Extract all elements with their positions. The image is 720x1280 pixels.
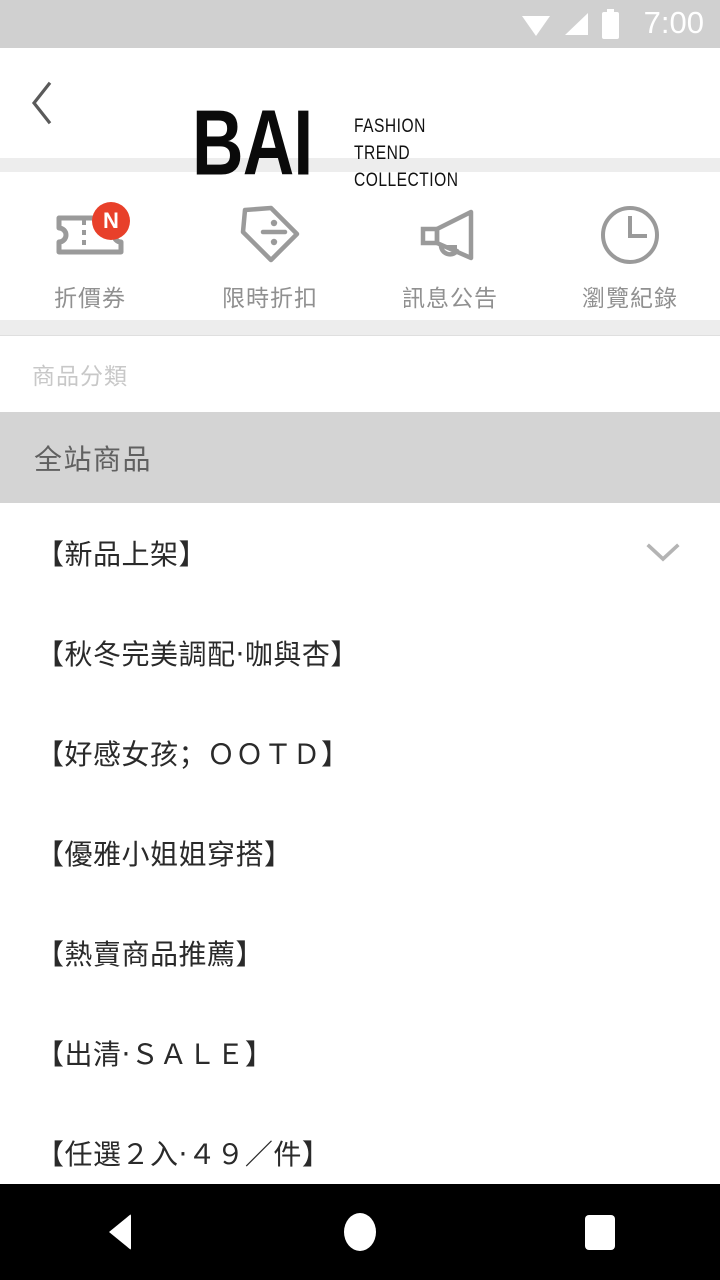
quick-action-coupon-label: 折價券 [54,285,126,311]
category-list: 【新品上架】 【秋冬完美調配‧咖與杏】 【好感女孩；ＯＯＴＤ】 【優雅小姐姐穿搭… [0,503,720,1184]
category-item-label: 【好感女孩；ＯＯＴＤ】 [36,739,350,770]
list-item[interactable]: 【秋冬完美調配‧咖與杏】 [0,603,720,703]
divider-band-middle [0,320,720,336]
category-item-label: 【出清‧ＳＡＬＥ】 [36,1039,274,1070]
list-item[interactable]: 【新品上架】 [0,503,720,603]
nav-back-button[interactable] [60,1184,180,1280]
coupon-icon-wrap: N [54,202,130,266]
quick-action-flash-discount[interactable]: 限時折扣 [180,172,360,320]
square-recents-icon [585,1214,615,1250]
category-item-label: 【熱賣商品推薦】 [36,939,265,970]
megaphone-icon [420,209,474,261]
quick-action-coupon[interactable]: N 折價券 [0,172,180,320]
brand-tagline-line-2: TREND [353,143,411,164]
back-button[interactable] [0,48,84,158]
category-item-label: 【秋冬完美調配‧咖與杏】 [36,639,359,670]
announcement-icon-wrap [414,204,486,266]
status-bar: 7:00 [0,0,720,48]
chevron-left-icon [31,81,52,125]
history-icon-wrap [594,204,666,266]
app-bar: BAI FASHION TREND COLLECTION [0,48,720,191]
quick-action-flash-discount-label: 限時折扣 [222,285,318,311]
triangle-back-icon [109,1214,131,1250]
quick-actions-row: N 折價券 限時折扣 訊息公告 瀏覽紀錄 [0,172,720,320]
status-bar-clock: 7:00 [643,5,704,40]
cellular-signal-icon [564,13,588,35]
quick-action-announcements[interactable]: 訊息公告 [360,172,540,320]
list-item[interactable]: 【任選２入‧４９／件】 [0,1103,720,1184]
category-section-header-label: 商品分類 [32,363,128,389]
wifi-icon [521,16,550,36]
all-products-row[interactable]: 全站商品 [0,412,720,503]
circle-home-icon [344,1213,376,1251]
android-navigation-bar [0,1184,720,1280]
discount-icon-wrap [234,204,306,266]
status-bar-icons: 7:00 [521,7,704,41]
category-item-label: 【優雅小姐姐穿搭】 [36,839,293,870]
coupon-new-badge: N [92,202,130,240]
all-products-label: 全站商品 [34,443,153,475]
list-item[interactable]: 【優雅小姐姐穿搭】 [0,803,720,903]
category-item-label: 【新品上架】 [36,539,208,570]
expand-toggle[interactable] [636,526,690,580]
battery-icon [601,9,619,39]
quick-action-browse-history[interactable]: 瀏覽紀錄 [540,172,720,320]
quick-action-announcements-label: 訊息公告 [402,285,498,311]
nav-recents-button[interactable] [540,1184,660,1280]
app-screen: 7:00 BAI FASHION TREND COLLECTION N 折價券 … [0,0,720,1280]
quick-action-browse-history-label: 瀏覽紀錄 [582,285,678,311]
category-item-label: 【任選２入‧４９／件】 [36,1139,331,1170]
chevron-down-icon [646,543,680,562]
list-item[interactable]: 【熱賣商品推薦】 [0,903,720,1003]
nav-home-button[interactable] [300,1184,420,1280]
clock-history-icon [601,206,659,264]
price-tag-discount-icon [240,205,300,263]
list-item[interactable]: 【好感女孩；ＯＯＴＤ】 [0,703,720,803]
list-item[interactable]: 【出清‧ＳＡＬＥ】 [0,1003,720,1103]
brand-tagline-line-1: FASHION [353,116,426,137]
category-section-header: 商品分類 [0,336,720,412]
